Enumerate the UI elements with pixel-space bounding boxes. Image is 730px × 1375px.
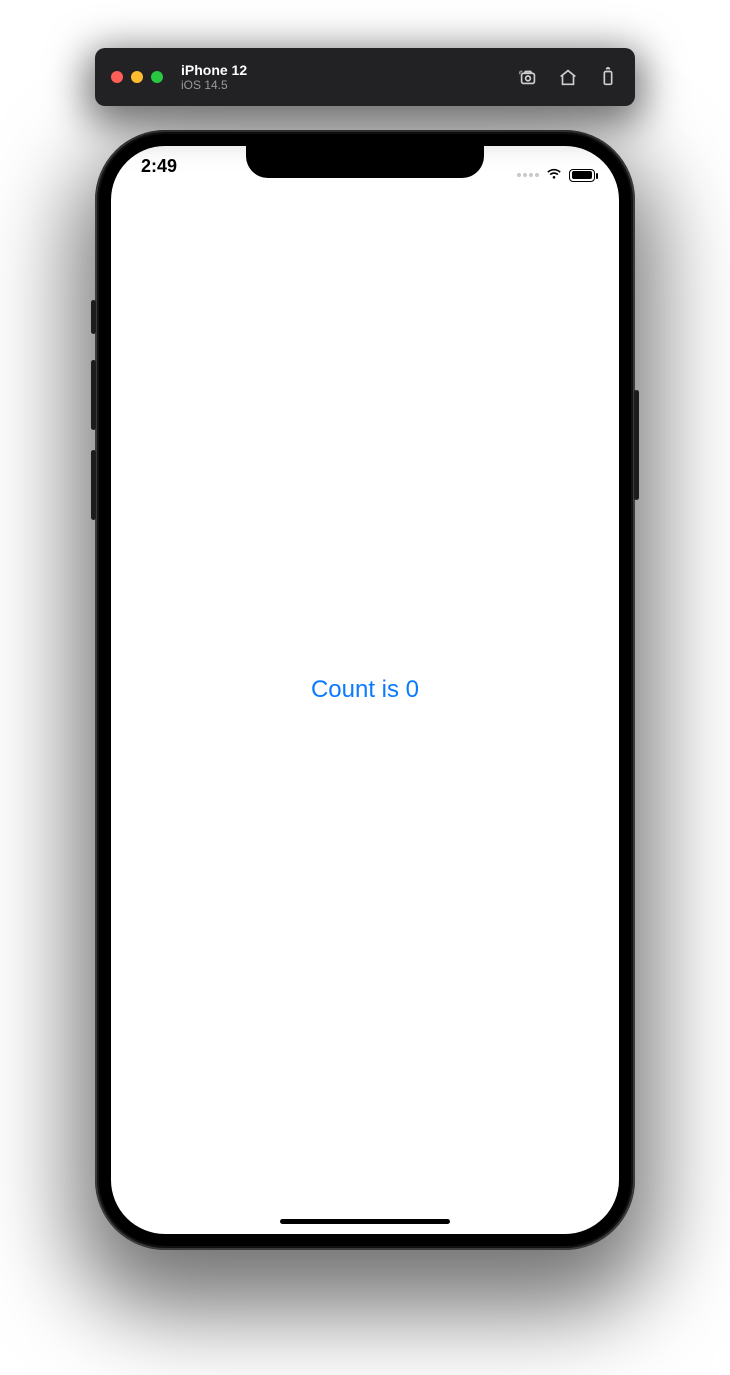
volume-down-button[interactable]: [91, 450, 96, 520]
home-icon[interactable]: [557, 66, 579, 88]
volume-up-button[interactable]: [91, 360, 96, 430]
wifi-icon: [545, 164, 563, 187]
device-frame: 2:49: [95, 130, 635, 1250]
simulator-titlebar: iPhone 12 iOS 14.5: [95, 48, 635, 106]
simulator-title: iPhone 12 iOS 14.5: [181, 62, 247, 93]
minimize-window-button[interactable]: [131, 71, 143, 83]
device-screen: 2:49: [111, 146, 619, 1234]
close-window-button[interactable]: [111, 71, 123, 83]
count-button[interactable]: Count is 0: [311, 676, 419, 704]
home-indicator[interactable]: [280, 1219, 450, 1224]
window-traffic-lights: [111, 71, 163, 83]
zoom-window-button[interactable]: [151, 71, 163, 83]
status-time: 2:49: [141, 156, 177, 194]
device-name: iPhone 12: [181, 62, 247, 78]
battery-icon: [569, 169, 595, 182]
cellular-signal-icon: [517, 173, 539, 177]
rotate-icon[interactable]: [597, 66, 619, 88]
os-version: iOS 14.5: [181, 79, 247, 93]
notch: [246, 146, 484, 178]
screenshot-icon[interactable]: [517, 66, 539, 88]
side-button[interactable]: [634, 390, 639, 500]
silence-switch[interactable]: [91, 300, 96, 334]
app-content: Count is 0: [111, 146, 619, 1234]
